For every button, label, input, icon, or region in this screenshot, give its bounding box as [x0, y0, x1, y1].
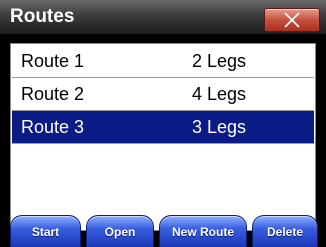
- route-legs: 4 Legs: [192, 84, 247, 104]
- route-name: Route 1: [21, 51, 85, 71]
- route-row-3[interactable]: Route 3 3 Legs: [12, 111, 314, 144]
- title-bar: Routes: [0, 0, 326, 34]
- window-title: Routes: [10, 6, 75, 27]
- close-icon: [284, 12, 300, 28]
- open-button[interactable]: Open: [86, 215, 154, 247]
- route-name: Route 3: [21, 117, 85, 137]
- start-button[interactable]: Start: [10, 215, 81, 247]
- route-legs: 3 Legs: [192, 117, 247, 137]
- routes-list[interactable]: Route 1 2 Legs Route 2 4 Legs Route 3 3 …: [10, 43, 316, 231]
- delete-button[interactable]: Delete: [252, 215, 318, 247]
- route-name: Route 2: [21, 84, 85, 104]
- route-row-2[interactable]: Route 2 4 Legs: [12, 78, 314, 111]
- new-route-button[interactable]: New Route: [159, 215, 247, 247]
- route-legs: 2 Legs: [192, 51, 247, 71]
- routes-window: Routes Route 1 2 Legs Route 2 4 Legs Rou…: [0, 0, 326, 247]
- route-row-1[interactable]: Route 1 2 Legs: [12, 45, 314, 78]
- close-button[interactable]: [264, 8, 320, 32]
